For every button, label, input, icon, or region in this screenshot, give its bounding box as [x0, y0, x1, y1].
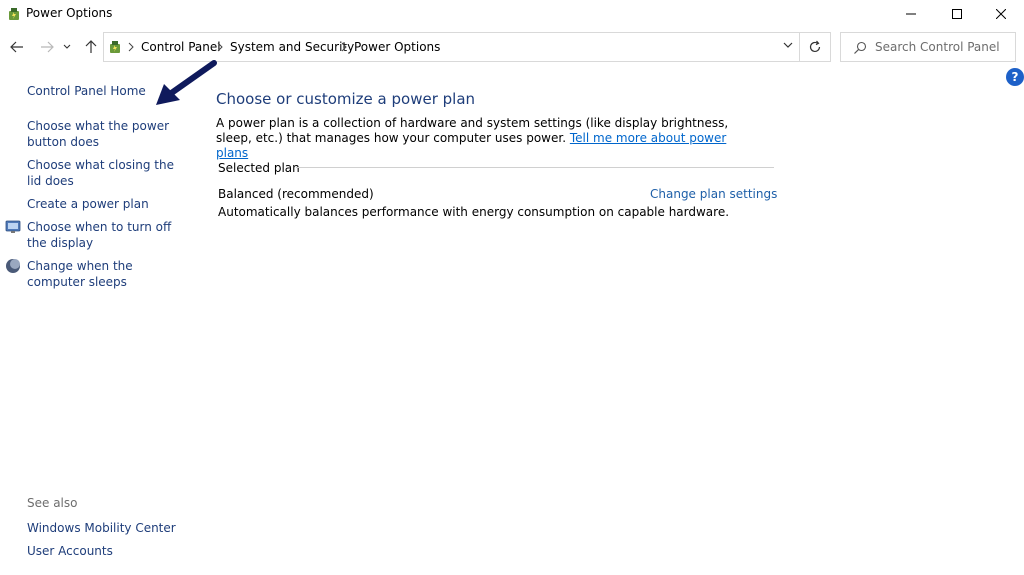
sidebar-item-computer-sleeps[interactable]: Change when the computer sleeps [27, 258, 187, 290]
display-icon [5, 219, 21, 235]
minimize-icon [906, 13, 916, 15]
page-description: A power plan is a collection of hardware… [216, 116, 756, 161]
plan-name: Balanced (recommended) [218, 187, 374, 201]
breadcrumb-system-and-security[interactable]: System and Security [230, 40, 354, 54]
chevron-right-icon[interactable] [217, 42, 223, 52]
recent-locations-button[interactable] [60, 37, 74, 57]
forward-button[interactable] [36, 37, 58, 57]
moon-icon [5, 258, 21, 274]
sidebar-item-power-button[interactable]: Choose what the power button does [27, 118, 195, 150]
power-options-app-icon [6, 6, 22, 22]
help-icon[interactable]: ? [1006, 68, 1024, 86]
window-title: Power Options [26, 6, 113, 20]
chevron-right-icon[interactable] [341, 42, 347, 52]
see-also-user-accounts[interactable]: User Accounts [27, 543, 197, 559]
chevron-right-icon [128, 42, 134, 52]
annotation-arrow [156, 60, 217, 105]
breadcrumb-control-panel[interactable]: Control Panel [141, 40, 221, 54]
arrow-left-icon [10, 41, 23, 53]
address-dropdown-icon[interactable] [783, 42, 793, 49]
minimize-button[interactable] [888, 0, 934, 28]
sidebar-item-create-power-plan[interactable]: Create a power plan [27, 196, 197, 212]
maximize-button[interactable] [934, 0, 980, 28]
section-divider [296, 167, 774, 168]
up-button[interactable] [80, 37, 102, 57]
sidebar-item-turn-off-display[interactable]: Choose when to turn off the display [27, 219, 187, 251]
plan-description: Automatically balances performance with … [218, 205, 730, 219]
refresh-icon [809, 40, 821, 53]
arrow-right-icon [41, 41, 54, 53]
power-options-location-icon [107, 39, 123, 55]
breadcrumb-power-options[interactable]: Power Options [354, 40, 440, 54]
see-also-windows-mobility-center[interactable]: Windows Mobility Center [27, 520, 197, 536]
close-button[interactable] [978, 0, 1024, 28]
search-input[interactable] [875, 38, 1011, 56]
back-button[interactable] [6, 37, 28, 57]
selected-plan-heading: Selected plan [218, 161, 300, 175]
chevron-down-icon [63, 44, 71, 49]
close-icon [996, 9, 1006, 19]
title-bar: Power Options [0, 0, 1024, 28]
refresh-button[interactable] [800, 32, 831, 62]
arrow-up-icon [85, 40, 97, 53]
search-icon [854, 41, 867, 54]
search-box[interactable] [840, 32, 1016, 62]
sidebar-item-closing-lid[interactable]: Choose what closing the lid does [27, 157, 177, 189]
see-also-heading: See also [27, 496, 78, 510]
page-title: Choose or customize a power plan [216, 90, 476, 108]
change-plan-settings-link[interactable]: Change plan settings [650, 187, 777, 201]
maximize-icon [952, 9, 962, 19]
